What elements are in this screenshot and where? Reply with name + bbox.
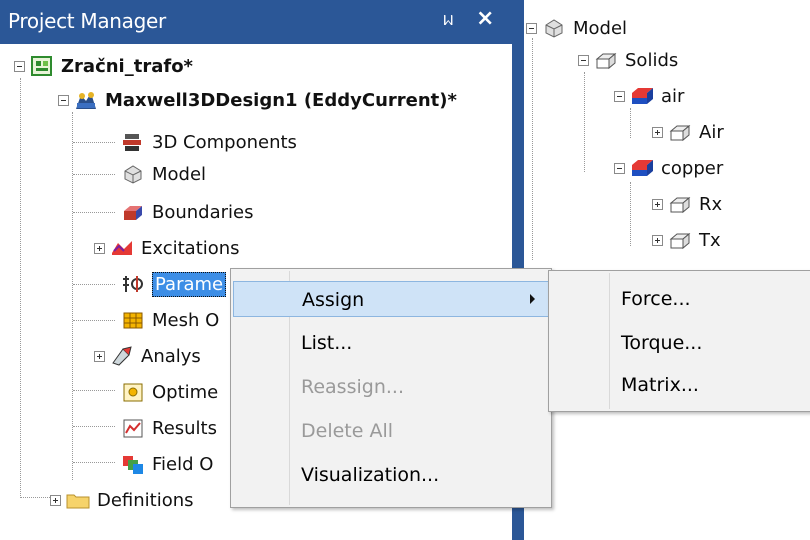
menu-item-label: Matrix... <box>621 374 699 396</box>
menu-item-assign[interactable]: Assign <box>233 281 549 317</box>
tree-item-field-overlays[interactable]: Field O <box>120 448 213 480</box>
tree-label: air <box>661 85 685 107</box>
model-icon <box>541 17 567 39</box>
expand-icon[interactable] <box>50 494 61 506</box>
material-icon <box>629 157 655 179</box>
model-icon <box>120 163 146 185</box>
tree-label: Analys <box>141 345 201 367</box>
material-icon <box>629 85 655 107</box>
menu-item-label: Assign <box>302 289 365 311</box>
analysis-icon <box>109 345 135 367</box>
design-name: Maxwell3DDesign1 (EddyCurrent)* <box>105 89 457 111</box>
menu-item-label: Delete All <box>301 420 394 442</box>
menu-item-label: Visualization... <box>301 464 440 486</box>
context-menu: Assign List... Reassign... Delete All Vi… <box>230 268 552 508</box>
expand-icon[interactable] <box>652 234 663 246</box>
tree-item-object-air[interactable]: Air <box>652 116 724 148</box>
collapse-icon[interactable] <box>614 162 625 174</box>
expand-icon[interactable] <box>652 126 663 138</box>
folder-icon <box>65 489 91 511</box>
tree-label: Mesh O <box>152 309 220 331</box>
tree-item-3d-components[interactable]: 3D Components <box>120 126 297 158</box>
boundaries-icon <box>120 201 146 223</box>
tree-item-model[interactable]: Model <box>120 158 206 190</box>
menu-item-reassign[interactable]: Reassign... <box>233 369 549 405</box>
results-icon <box>120 417 146 439</box>
collapse-icon[interactable] <box>578 54 589 66</box>
collapse-icon[interactable] <box>614 90 625 102</box>
tree-label: Rx <box>699 193 723 215</box>
tree-label-selected: Parame <box>152 271 227 297</box>
tree-item-excitations[interactable]: Excitations <box>94 232 240 264</box>
menu-item-matrix[interactable]: Matrix... <box>551 367 809 403</box>
collapse-icon[interactable] <box>58 94 69 106</box>
menu-item-label: Torque... <box>621 332 703 354</box>
solid-box-icon <box>667 121 693 143</box>
menu-item-list[interactable]: List... <box>233 325 549 361</box>
menu-item-visualization[interactable]: Visualization... <box>233 457 549 493</box>
tree-item-optimetrics[interactable]: Optime <box>120 376 218 408</box>
tree-item-design[interactable]: Maxwell3DDesign1 (EddyCurrent)* <box>58 84 457 116</box>
tree-item-project[interactable]: Zračni_trafo* <box>14 50 193 82</box>
menu-item-label: Reassign... <box>301 376 404 398</box>
solid-box-icon <box>667 193 693 215</box>
tree-item-object-rx[interactable]: Rx <box>652 188 722 220</box>
tree-item-model-root[interactable]: Model <box>526 12 627 44</box>
menu-item-label: List... <box>301 332 353 354</box>
menu-item-label: Force... <box>621 288 691 310</box>
field-overlays-icon <box>120 453 146 475</box>
expand-icon[interactable] <box>652 198 663 210</box>
project-manager-header: Project Manager ᥕ × <box>0 0 512 44</box>
tree-label: Definitions <box>97 489 194 511</box>
tree-label: Solids <box>625 49 679 71</box>
tree-label: Air <box>699 121 724 143</box>
pin-icon[interactable]: ᥕ <box>443 9 454 30</box>
tree-item-results[interactable]: Results <box>120 412 217 444</box>
solid-box-icon <box>593 49 619 71</box>
collapse-icon[interactable] <box>526 22 537 34</box>
collapse-icon[interactable] <box>14 60 25 72</box>
project-manager-title: Project Manager <box>8 9 166 33</box>
components-icon <box>120 131 146 153</box>
tree-label: Excitations <box>141 237 240 259</box>
tree-item-analysis[interactable]: Analys <box>94 340 201 372</box>
tree-label: Optime <box>152 381 219 403</box>
close-icon[interactable]: × <box>476 6 494 31</box>
tree-label: Model <box>573 17 628 39</box>
tree-label: Model <box>152 163 207 185</box>
tree-item-material-air[interactable]: air <box>614 80 684 112</box>
assign-submenu: Force... Torque... Matrix... <box>548 270 810 412</box>
submenu-arrow-icon <box>530 294 535 304</box>
menu-item-torque[interactable]: Torque... <box>551 325 809 361</box>
expand-icon[interactable] <box>94 242 105 254</box>
solid-box-icon <box>667 229 693 251</box>
tree-label: Boundaries <box>152 201 254 223</box>
tree-item-definitions[interactable]: Definitions <box>50 484 194 516</box>
tree-item-object-tx[interactable]: Tx <box>652 224 721 256</box>
tree-item-parameters[interactable]: Parame <box>120 268 227 300</box>
maxwell-design-icon <box>73 89 99 111</box>
project-name: Zračni_trafo* <box>61 55 193 77</box>
parameters-icon <box>120 273 146 295</box>
tree-item-solids[interactable]: Solids <box>578 44 678 76</box>
tree-item-boundaries[interactable]: Boundaries <box>120 196 254 228</box>
expand-icon[interactable] <box>94 350 105 362</box>
tree-label: Field O <box>152 453 214 475</box>
project-icon <box>29 55 55 77</box>
tree-item-mesh-operations[interactable]: Mesh O <box>120 304 219 336</box>
mesh-icon <box>120 309 146 331</box>
tree-label: 3D Components <box>152 131 297 153</box>
excitations-icon <box>109 237 135 259</box>
tree-label: Tx <box>699 229 721 251</box>
tree-label: Results <box>152 417 217 439</box>
tree-item-material-copper[interactable]: copper <box>614 152 723 184</box>
optimetrics-icon <box>120 381 146 403</box>
tree-label: copper <box>661 157 724 179</box>
menu-item-delete-all[interactable]: Delete All <box>233 413 549 449</box>
menu-item-force[interactable]: Force... <box>551 281 809 317</box>
